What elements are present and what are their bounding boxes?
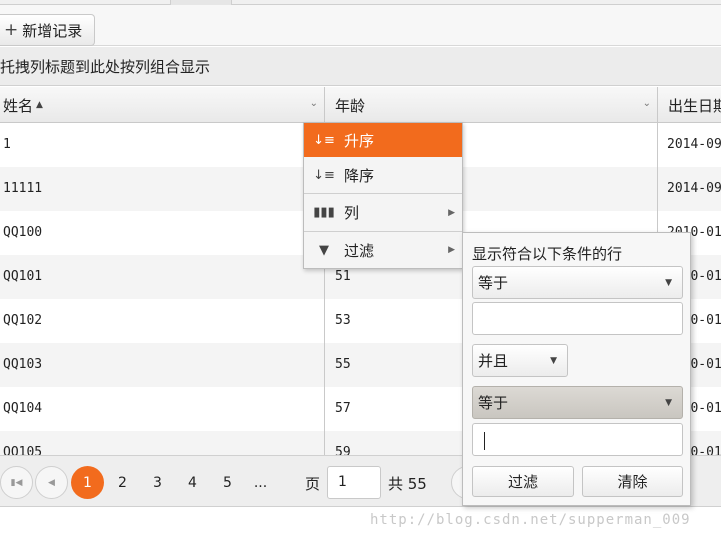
caret-down-icon: ▼ <box>550 356 557 366</box>
cell-age: 51 <box>335 269 351 284</box>
toolbar: + 新增记录 <box>0 5 721 46</box>
cell-name: QQ104 <box>3 401 43 416</box>
column-title-birthdate: 出生日期 <box>668 96 721 115</box>
cell-birthdate: 2014-09 <box>667 137 721 152</box>
cell-birthdate: 2014-09 <box>667 181 721 196</box>
chevron-right-icon: ▶ <box>448 207 455 218</box>
cell-age: 59 <box>335 445 351 455</box>
logic-select[interactable]: 并且 ▼ <box>472 344 568 377</box>
text-cursor <box>484 432 485 450</box>
logic-select-value: 并且 <box>478 352 509 370</box>
cell-name: QQ105 <box>3 445 43 455</box>
menu-item-filter[interactable]: ▼ 过滤 ▶ <box>304 232 462 268</box>
watermark: http://blog.csdn.net/supperman_009 <box>370 512 691 528</box>
prev-page-icon[interactable]: ◀ <box>35 466 68 499</box>
grid-header: 姓名 ▲ ⌄ 年龄 ⌄ 出生日期 <box>0 87 721 123</box>
menu-item-label: 升序 <box>344 131 375 150</box>
cell-age: 53 <box>335 313 351 328</box>
columns-icon: ▮▮▮ <box>313 205 335 220</box>
column-header-name[interactable]: 姓名 ▲ ⌄ <box>0 87 324 123</box>
menu-item-label: 列 <box>344 204 360 222</box>
menu-item-label: 过滤 <box>344 241 375 260</box>
caret-down-icon: ▼ <box>665 398 672 408</box>
total-pages-label: 共 55 <box>388 475 427 493</box>
operator-select-1[interactable]: 等于 ▼ <box>472 266 683 299</box>
chevron-down-icon[interactable]: ⌄ <box>643 98 651 109</box>
cell-name: QQ102 <box>3 313 43 328</box>
operator-select-value: 等于 <box>478 274 509 292</box>
page-number[interactable]: 5 <box>211 466 244 499</box>
sort-desc-icon: ↓≡ <box>313 167 335 183</box>
filter-icon: ▼ <box>319 242 329 258</box>
column-title-name: 姓名 <box>3 96 34 115</box>
chevron-right-icon: ▶ <box>448 245 455 255</box>
page-number-active[interactable]: 1 <box>71 466 104 499</box>
menu-item-label: 降序 <box>344 166 375 185</box>
column-header-birthdate[interactable]: 出生日期 <box>658 87 721 123</box>
column-header-age[interactable]: 年龄 ⌄ <box>325 87 657 123</box>
cell-age: 55 <box>335 357 351 372</box>
filter-popup: 显示符合以下条件的行 等于 ▼ 并且 ▼ 等于 ▼ 过滤 清除 <box>462 232 691 506</box>
page-number[interactable]: 4 <box>176 466 209 499</box>
cell-name: 1 <box>3 137 11 152</box>
operator-select-2[interactable]: 等于 ▼ <box>472 386 683 419</box>
menu-item-sort-asc[interactable]: ↓≡ 升序 <box>304 123 462 157</box>
cell-age: 57 <box>335 401 351 416</box>
chevron-down-icon[interactable]: ⌄ <box>310 98 318 109</box>
column-title-age: 年龄 <box>335 96 366 115</box>
cell-name: 11111 <box>3 181 43 196</box>
page-label: 页 <box>305 475 321 493</box>
menu-item-sort-desc[interactable]: ↓≡ 降序 <box>304 157 462 193</box>
page-number[interactable]: 2 <box>106 466 139 499</box>
sort-asc-icon: ↓≡ <box>313 132 335 148</box>
page-input[interactable]: 1 <box>327 466 381 499</box>
filter-title: 显示符合以下条件的行 <box>472 245 623 263</box>
group-drop-panel[interactable]: 托拽列标题到此处按列组合显示 <box>0 47 721 86</box>
filter-button[interactable]: 过滤 <box>472 466 574 497</box>
cell-name: QQ101 <box>3 269 43 284</box>
add-record-button[interactable]: + 新增记录 <box>0 14 95 46</box>
clear-button[interactable]: 清除 <box>582 466 683 497</box>
cell-name: QQ100 <box>3 225 43 240</box>
filter-value-input-1[interactable] <box>472 302 683 335</box>
caret-down-icon: ▼ <box>665 278 672 288</box>
add-record-label: 新增记录 <box>22 21 83 40</box>
page-ellipsis[interactable]: ... <box>244 466 277 499</box>
first-page-icon[interactable]: ▮◀ <box>0 466 33 499</box>
group-panel-hint: 托拽列标题到此处按列组合显示 <box>0 57 211 76</box>
sort-asc-indicator-icon: ▲ <box>36 100 43 110</box>
cell-name: QQ103 <box>3 357 43 372</box>
column-menu: ↓≡ 升序 ↓≡ 降序 ▮▮▮ 列 ▶ ▼ 过滤 ▶ <box>303 122 463 269</box>
filter-value-input-2[interactable] <box>472 423 683 456</box>
operator-select-value: 等于 <box>478 394 509 412</box>
menu-item-columns[interactable]: ▮▮▮ 列 ▶ <box>304 194 462 231</box>
page-number[interactable]: 3 <box>141 466 174 499</box>
plus-icon: + <box>4 20 19 40</box>
